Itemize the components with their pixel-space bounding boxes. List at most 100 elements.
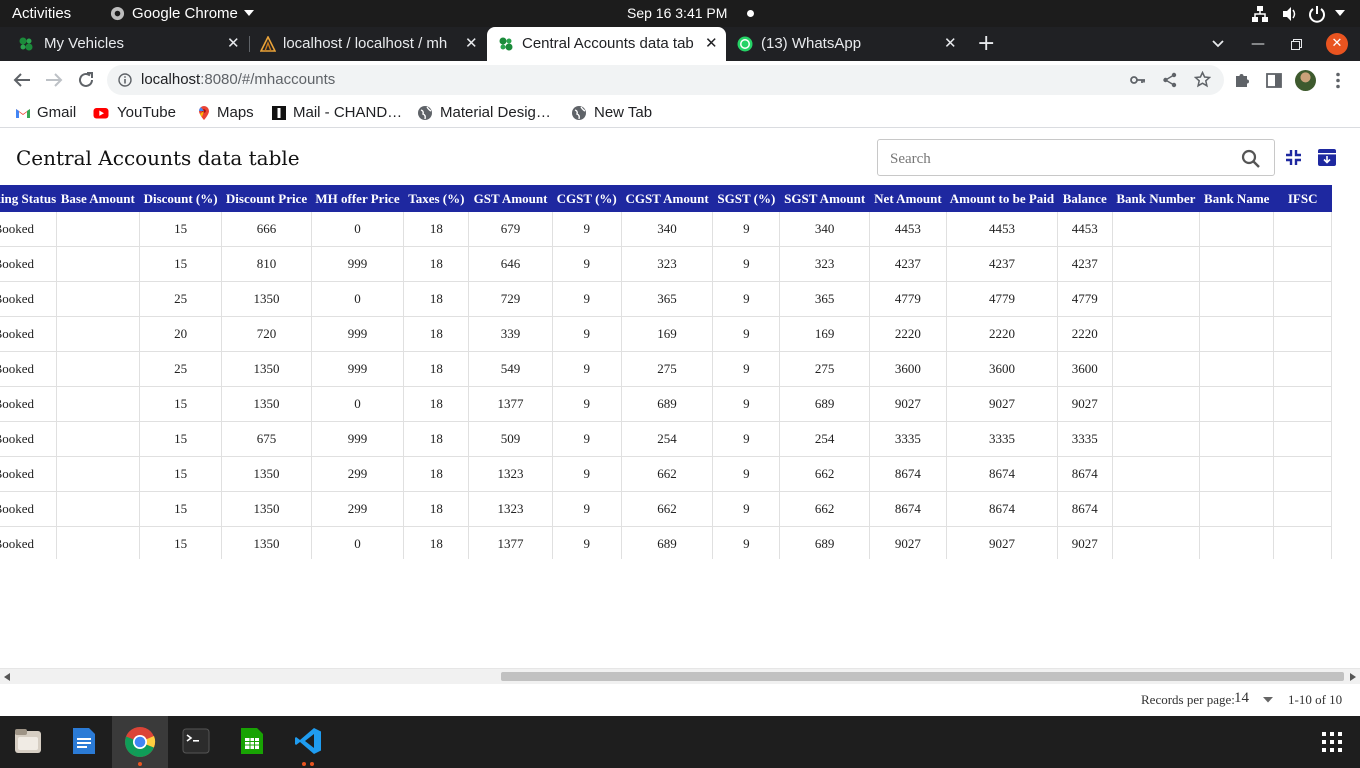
site-info-icon[interactable]: [118, 73, 132, 87]
table-cell: 4779: [869, 281, 947, 317]
notification-dot-icon: [747, 10, 754, 17]
show-applications-icon[interactable]: [1322, 732, 1342, 752]
table-cell: 0: [311, 281, 405, 317]
column-header[interactable]: Amount to be Paid: [946, 185, 1058, 212]
table-row[interactable]: Booked1513502991813239662966286748674867…: [0, 491, 1332, 527]
table-cell: Booked: [0, 351, 57, 387]
url-path: :8080/#/mhaccounts: [200, 71, 336, 88]
table-row[interactable]: Booked151350018137796899689902790279027: [0, 526, 1332, 559]
scrollbar-thumb[interactable]: [501, 672, 1344, 681]
search-input[interactable]: [888, 146, 1232, 172]
dock-files[interactable]: [0, 716, 56, 768]
column-header[interactable]: Discount (%): [139, 185, 222, 212]
close-tab-icon[interactable]: ✕: [227, 27, 240, 61]
dock-terminal[interactable]: [168, 716, 224, 768]
share-icon[interactable]: [1162, 72, 1178, 88]
search-field[interactable]: [877, 139, 1275, 176]
column-header[interactable]: IFSC: [1273, 185, 1332, 212]
table-cell: 299: [311, 491, 405, 527]
column-header[interactable]: GST Amount: [468, 185, 553, 212]
records-per-page-select[interactable]: 14: [1234, 690, 1249, 707]
data-table: Booking StatusBase AmountDiscount (%)Dis…: [0, 185, 1360, 559]
power-icon[interactable]: [1308, 5, 1326, 23]
column-header[interactable]: MH offer Price: [311, 185, 404, 212]
scroll-left-arrow-icon[interactable]: [4, 673, 10, 681]
close-window-button[interactable]: ✕: [1326, 33, 1348, 55]
tab-search-chevron-icon[interactable]: [1212, 40, 1224, 48]
globe-icon: [418, 106, 432, 120]
chrome-app-icon: [110, 6, 125, 21]
bookmark-star-icon[interactable]: [1194, 71, 1211, 88]
column-header[interactable]: SGST Amount: [779, 185, 870, 212]
horizontal-scrollbar[interactable]: [0, 668, 1360, 684]
table-cell: 8674: [946, 456, 1058, 492]
column-header[interactable]: Base Amount: [56, 185, 140, 212]
tab-central-accounts[interactable]: Central Accounts data tab ✕: [487, 27, 726, 61]
table-row[interactable]: Booked25135001872993659365477947794779: [0, 281, 1332, 317]
volume-icon[interactable]: [1281, 5, 1299, 23]
side-panel-icon[interactable]: [1266, 73, 1282, 88]
table-cell: 9: [712, 316, 781, 352]
page-title: Central Accounts data table: [16, 146, 300, 170]
table-cell: 1377: [468, 386, 553, 422]
dock-text-editor[interactable]: [56, 716, 112, 768]
column-header[interactable]: Bank Name: [1199, 185, 1274, 212]
back-arrow-icon[interactable]: [13, 72, 31, 88]
url-text[interactable]: localhost:8080/#/mhaccounts: [141, 65, 335, 95]
close-tab-icon[interactable]: ✕: [944, 27, 957, 61]
column-header[interactable]: Taxes (%): [403, 185, 469, 212]
dock-chrome[interactable]: [112, 716, 168, 768]
tab-my-vehicles[interactable]: My Vehicles ✕: [0, 27, 248, 61]
close-tab-icon[interactable]: ✕: [465, 27, 478, 61]
table-cell: 18: [403, 456, 470, 492]
dropdown-arrow-icon[interactable]: [1263, 697, 1273, 703]
kebab-menu-icon[interactable]: [1335, 72, 1341, 89]
table-cell: Booked: [0, 212, 57, 247]
column-header[interactable]: Booking Status: [0, 185, 57, 212]
scroll-right-arrow-icon[interactable]: [1350, 673, 1356, 681]
system-menu-chevron-icon[interactable]: [1335, 10, 1345, 17]
dock-spreadsheet[interactable]: [224, 716, 280, 768]
profile-avatar[interactable]: [1295, 70, 1316, 91]
table-row[interactable]: Booked2513509991854992759275360036003600: [0, 351, 1332, 387]
table-cell: 1350: [221, 526, 312, 559]
clock-button[interactable]: Sep 16 3:41 PM: [627, 0, 727, 27]
fullscreen-exit-icon[interactable]: [1285, 149, 1302, 166]
app-menu-button[interactable]: Google Chrome: [110, 0, 254, 27]
address-bar[interactable]: localhost:8080/#/mhaccounts: [107, 65, 1224, 95]
restore-window-icon[interactable]: [1291, 39, 1302, 50]
table-cell: [1199, 456, 1275, 492]
search-icon[interactable]: [1241, 149, 1261, 169]
close-tab-icon[interactable]: ✕: [705, 27, 718, 61]
column-header[interactable]: Bank Number: [1112, 185, 1200, 212]
tab-phpmyadmin[interactable]: localhost / localhost / mh ✕: [250, 27, 486, 61]
table-cell: [1199, 212, 1275, 247]
archive-icon[interactable]: [1317, 148, 1337, 167]
table-row[interactable]: Booked156759991850992549254333533353335: [0, 421, 1332, 457]
column-header[interactable]: Discount Price: [221, 185, 312, 212]
table-row[interactable]: Booked151350018137796899689902790279027: [0, 386, 1332, 422]
table-row[interactable]: Booked1513502991813239662966286748674867…: [0, 456, 1332, 492]
network-icon[interactable]: [1251, 5, 1269, 23]
table-row[interactable]: Booked207209991833991699169222022202220: [0, 316, 1332, 352]
table-cell: 9: [552, 421, 622, 457]
reload-icon[interactable]: [77, 71, 95, 89]
table-cell: 275: [779, 351, 870, 387]
extensions-puzzle-icon[interactable]: [1233, 72, 1250, 89]
table-cell: 3335: [946, 421, 1058, 457]
minimize-button[interactable]: —: [1251, 27, 1265, 61]
column-header[interactable]: SGST (%): [712, 185, 780, 212]
forward-arrow-icon[interactable]: [45, 72, 63, 88]
table-row[interactable]: Booked1566601867993409340445344534453: [0, 212, 1332, 247]
tab-whatsapp[interactable]: (13) WhatsApp ✕: [727, 27, 967, 61]
bookmark-label: Maps: [217, 104, 254, 121]
table-row[interactable]: Booked158109991864693239323423742374237: [0, 246, 1332, 282]
column-header[interactable]: Net Amount: [869, 185, 947, 212]
new-tab-button[interactable]: +: [977, 27, 995, 61]
column-header[interactable]: Balance: [1057, 185, 1113, 212]
column-header[interactable]: CGST (%): [552, 185, 622, 212]
column-header[interactable]: CGST Amount: [621, 185, 713, 212]
dock-vscode[interactable]: [280, 716, 336, 768]
activities-button[interactable]: Activities: [12, 0, 71, 27]
key-icon[interactable]: [1130, 73, 1146, 87]
